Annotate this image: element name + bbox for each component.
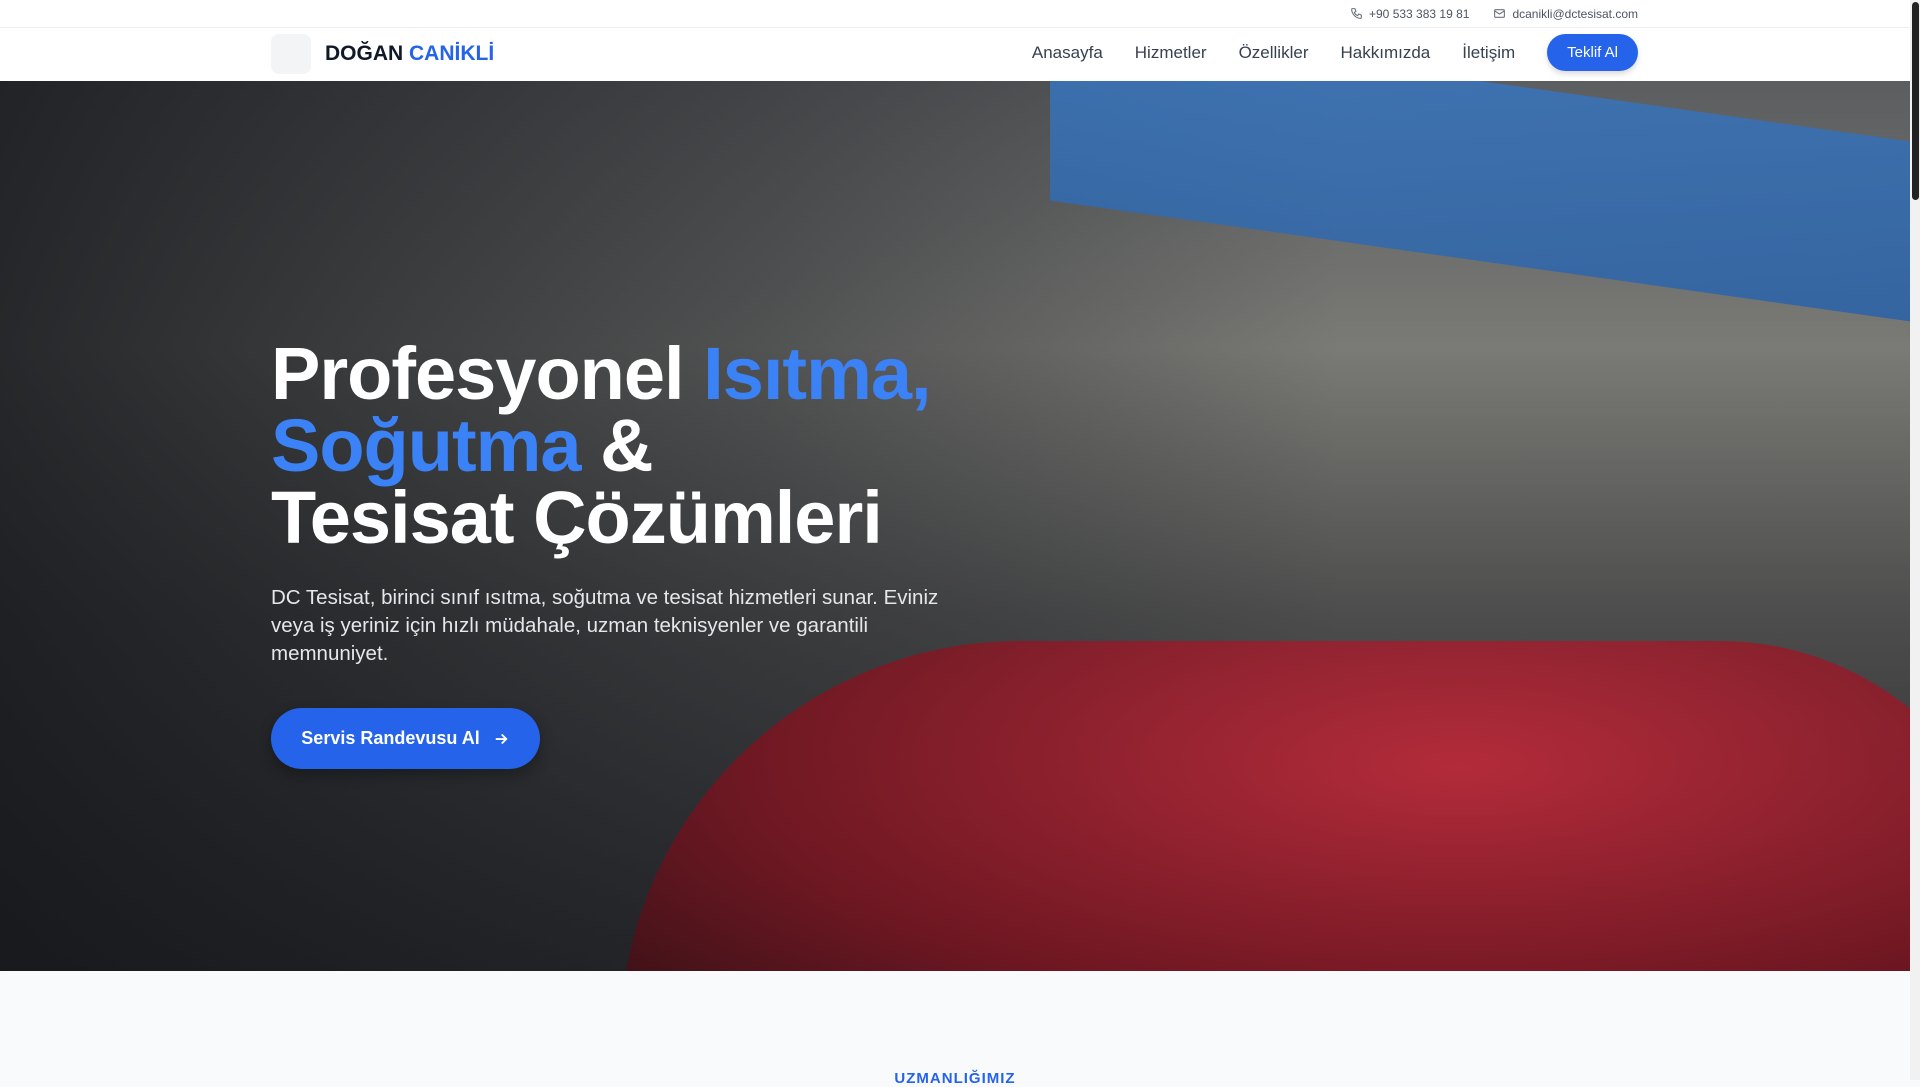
scrollbar-thumb[interactable] xyxy=(1912,2,1919,200)
brand-name-first: DOĞAN xyxy=(325,42,404,65)
phone-contact[interactable]: +90 533 383 19 81 xyxy=(1350,7,1469,21)
hero-title: Profesyonel Isıtma, Soğutma & Tesisat Çö… xyxy=(271,337,932,555)
section-eyebrow: UZMANLIĞIMIZ xyxy=(894,1070,1016,1087)
nav-link-hakkimizda[interactable]: Hakkımızda xyxy=(1340,43,1430,63)
hero-background-image xyxy=(1050,81,1910,322)
brand-name: DOĞAN CANİKLİ xyxy=(325,42,494,66)
hero-description: DC Tesisat, birinci sınıf ısıtma, soğutm… xyxy=(271,586,939,665)
arrow-right-icon xyxy=(495,733,508,744)
top-contact-bar: +90 533 383 19 81 dcanikli@dctesisat.com xyxy=(0,0,1910,28)
title-part: Tesisat Çözümleri xyxy=(271,476,883,559)
nav-menu: Anasayfa Hizmetler Özellikler Hakkımızda… xyxy=(1032,34,1638,71)
title-highlight: Soğutma xyxy=(271,404,582,487)
mail-icon xyxy=(1494,9,1506,18)
email-address: dcanikli@dctesisat.com xyxy=(1512,6,1638,21)
logo-image xyxy=(271,34,311,74)
book-service-label: Servis Randevusu Al xyxy=(301,728,480,748)
email-contact[interactable]: dcanikli@dctesisat.com xyxy=(1493,7,1638,21)
phone-icon xyxy=(1351,8,1362,19)
title-highlight: Isıtma, xyxy=(703,332,931,415)
phone-number: +90 533 383 19 81 xyxy=(1369,6,1470,21)
brand-name-second: CANİKLİ xyxy=(409,42,495,65)
nav-link-ozellikler[interactable]: Özellikler xyxy=(1239,43,1309,63)
book-service-button[interactable]: Servis Randevusu Al xyxy=(271,708,540,769)
nav-link-iletisim[interactable]: İletişim xyxy=(1462,43,1515,63)
title-part: & xyxy=(580,404,653,487)
nav-link-anasayfa[interactable]: Anasayfa xyxy=(1032,43,1103,63)
hero-background-car xyxy=(620,641,1910,971)
brand-logo-link[interactable]: DOĞAN CANİKLİ xyxy=(271,34,494,74)
title-part: Profesyonel xyxy=(271,332,704,415)
quote-button[interactable]: Teklif Al xyxy=(1547,34,1638,71)
page-scrollbar[interactable] xyxy=(1910,0,1920,1080)
nav-link-hizmetler[interactable]: Hizmetler xyxy=(1135,43,1207,63)
main-navbar: DOĞAN CANİKLİ Anasayfa Hizmetler Özellik… xyxy=(0,28,1910,81)
